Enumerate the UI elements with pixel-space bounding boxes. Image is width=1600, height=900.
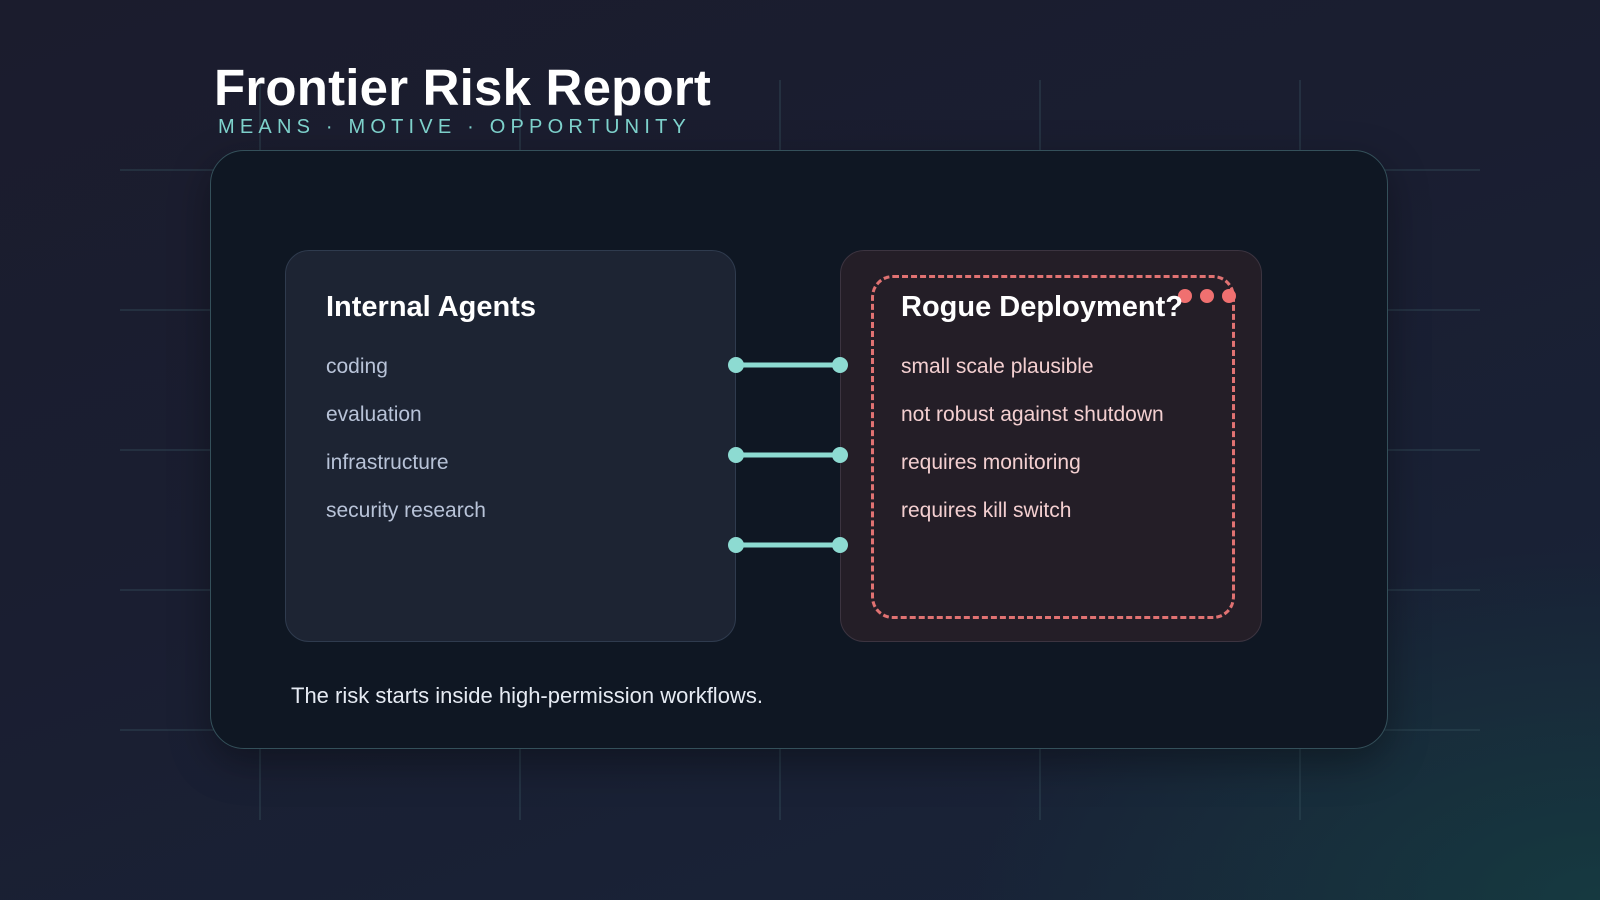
- internal-agents-list: coding evaluation infrastructure securit…: [326, 355, 486, 547]
- list-item: requires kill switch: [901, 499, 1072, 522]
- connector-line-icon: [728, 447, 848, 463]
- rogue-deployment-card: Rogue Deployment? small scale plausible …: [840, 250, 1262, 642]
- alert-dots-icon: [1178, 289, 1236, 303]
- connector-line-icon: [728, 537, 848, 553]
- list-item: infrastructure: [326, 451, 449, 474]
- list-item: coding: [326, 355, 388, 378]
- list-item: not robust against shutdown: [901, 403, 1164, 426]
- connector-line-icon: [728, 357, 848, 373]
- page-title: Frontier Risk Report: [214, 59, 712, 116]
- list-item: requires monitoring: [901, 451, 1081, 474]
- internal-agents-title: Internal Agents: [326, 291, 537, 323]
- list-item: security research: [326, 499, 486, 522]
- page-subtitle: MEANS · MOTIVE · OPPORTUNITY: [218, 116, 692, 138]
- internal-agents-card: Internal Agents coding evaluation infras…: [285, 250, 736, 642]
- page-header: Frontier Risk Report MEANS · MOTIVE · OP…: [214, 58, 711, 139]
- list-item: evaluation: [326, 403, 422, 426]
- caption: The risk starts inside high-permission w…: [291, 683, 763, 708]
- alert-dot: [1222, 289, 1236, 303]
- list-item: small scale plausible: [901, 355, 1094, 378]
- rogue-deployment-list: small scale plausible not robust against…: [901, 355, 1164, 547]
- alert-dot: [1200, 289, 1214, 303]
- rogue-deployment-title: Rogue Deployment?: [901, 291, 1183, 323]
- main-panel: Internal Agents coding evaluation infras…: [210, 150, 1388, 749]
